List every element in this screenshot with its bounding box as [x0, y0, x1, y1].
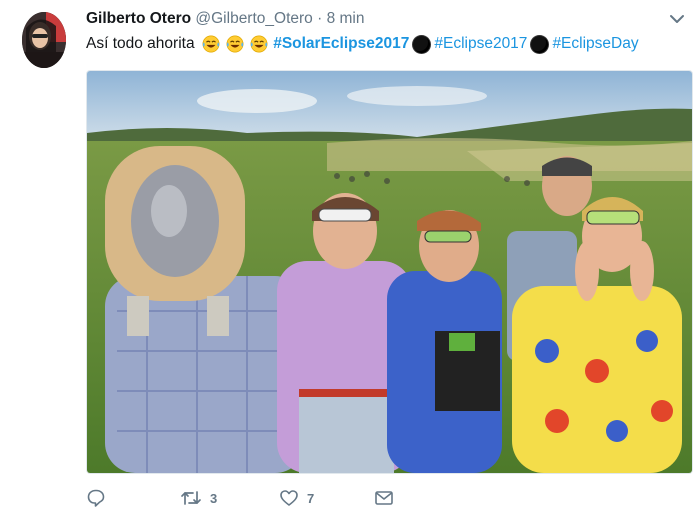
tweet-photo[interactable] — [86, 70, 693, 474]
retweet-button[interactable]: 3 — [180, 488, 217, 508]
reply-button[interactable] — [86, 488, 114, 508]
tweet-body: Así todo ahorita — [86, 35, 195, 53]
tweet-text: Así todo ahorita #SolarEclipse2017 #Ecli… — [86, 35, 639, 53]
emoji-group — [201, 35, 270, 53]
laughing-tears-emoji — [226, 35, 244, 53]
retweet-icon — [181, 491, 201, 505]
like-button[interactable]: 7 — [279, 488, 314, 508]
avatar[interactable] — [22, 12, 66, 68]
laughing-tears-emoji — [202, 35, 220, 53]
message-icon — [375, 491, 393, 505]
like-icon — [280, 490, 298, 506]
tweet-timestamp[interactable]: 8 min — [327, 10, 365, 27]
laughing-tears-emoji — [250, 35, 268, 53]
hashtag-link[interactable]: #Eclipse2017 — [434, 35, 527, 53]
hashtag-link[interactable]: #SolarEclipse2017 — [273, 35, 409, 53]
direct-message-button[interactable] — [374, 488, 394, 508]
tweet-header: Gilberto Otero @Gilberto_Otero · 8 min — [86, 10, 365, 28]
author-name[interactable]: Gilberto Otero — [86, 10, 191, 27]
author-handle[interactable]: @Gilberto_Otero — [195, 10, 312, 27]
chevron-down-icon[interactable] — [668, 10, 686, 28]
eclipse-viewers-photo — [87, 71, 692, 473]
new-moon-emoji — [413, 35, 431, 53]
hashtag-link[interactable]: #EclipseDay — [552, 35, 638, 53]
new-moon-emoji — [531, 35, 549, 53]
retweet-count: 3 — [210, 490, 218, 506]
separator-dot: · — [317, 10, 323, 27]
like-count: 7 — [307, 490, 315, 506]
reply-icon — [87, 489, 105, 507]
